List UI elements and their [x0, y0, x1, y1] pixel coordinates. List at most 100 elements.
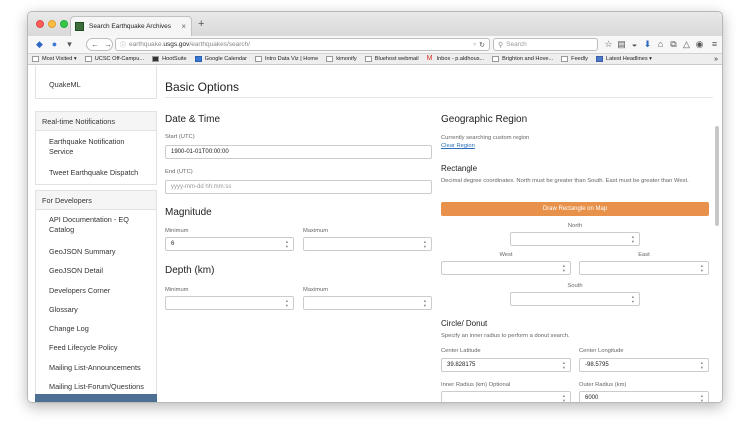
new-tab-button[interactable]: + — [198, 19, 204, 30]
bookmark-item[interactable]: Intro Data Viz | Home — [254, 56, 318, 62]
clear-region-link[interactable]: Clear Region — [441, 143, 475, 149]
search-bar[interactable]: ⚲ Search — [493, 38, 598, 51]
stepper-arrows-icon[interactable]: ▴ ▾ — [563, 263, 565, 273]
downloads-icon[interactable]: ⬇ — [642, 39, 653, 50]
sidebar-item-mailing-announcements[interactable]: Mailing List-Announcements — [36, 363, 141, 373]
start-time-input[interactable]: 1900-01-01T00:00:00 — [165, 145, 432, 159]
west-stepper[interactable]: ▴ ▾ — [441, 261, 571, 275]
sidebar-item-api-docs[interactable]: API Documentation - EQ Catalog — [36, 215, 144, 235]
end-time-input[interactable]: yyyy-mm-dd hh:mm:ss — [165, 180, 432, 194]
outer-radius-stepper[interactable]: 6000 ▴ ▾ — [579, 391, 709, 402]
stepper-arrows-icon[interactable]: ▴ ▾ — [563, 393, 565, 402]
east-stepper[interactable]: ▴ ▾ — [579, 261, 709, 275]
bookmark-folder-icon — [32, 56, 39, 62]
depth-max-label: Maximum — [303, 287, 329, 293]
bookmark-item[interactable]: Google Calendar — [194, 56, 247, 62]
search-placeholder: Search — [506, 41, 527, 48]
stepper-arrows-icon[interactable]: ▴ ▾ — [701, 360, 703, 370]
stepper-arrows-icon[interactable]: ▴ ▾ — [632, 234, 634, 244]
sidebar-item-feed-lifecycle[interactable]: Feed Lifecycle Policy — [36, 343, 118, 353]
sidebar-item-mailing-forum[interactable]: Mailing List-Forum/Questions — [36, 382, 144, 392]
stepper-arrows-icon[interactable]: ▴ ▾ — [286, 239, 288, 249]
bookmarks-bar: Most Visited ▾ UCSC Off-Campu... HootSui… — [28, 54, 722, 65]
fox-icon[interactable]: ● — [49, 39, 60, 50]
minimize-window-button[interactable] — [48, 20, 56, 28]
east-label: East — [638, 252, 650, 258]
stepper-arrows-icon[interactable]: ▴ ▾ — [701, 263, 703, 273]
inner-radius-stepper[interactable]: ▴ ▾ — [441, 391, 571, 402]
magnitude-min-stepper[interactable]: 6 ▴ ▾ — [165, 237, 294, 251]
start-label: Start (UTC) — [165, 134, 195, 140]
circle-heading: Circle/ Donut — [441, 319, 488, 328]
magnitude-max-stepper[interactable]: ▴ ▾ — [303, 237, 432, 251]
draw-rectangle-button[interactable]: Draw Rectangle on Map — [441, 202, 709, 216]
url-bar[interactable]: ⓘ earthquake.usgs.gov/earthquakes/search… — [115, 38, 490, 51]
rectangle-description: Decimal degree coordinates. North must b… — [441, 178, 689, 184]
bookmark-item[interactable]: M Inbox - p.aldhous... — [427, 55, 485, 62]
menu-icon[interactable]: ≡ — [709, 39, 720, 50]
sidebar-item-geojson-summary[interactable]: GeoJSON Summary — [36, 247, 116, 257]
bookmark-item[interactable]: UCSC Off-Campu... — [84, 56, 144, 62]
triangle-icon[interactable]: △ — [681, 39, 692, 50]
bookmark-item[interactable]: Latest Headlines ▾ — [595, 56, 652, 62]
sidebar-item-tweet-dispatch[interactable]: Tweet Earthquake Dispatch — [36, 168, 138, 178]
download-dropdown-icon[interactable]: ▾ — [64, 39, 75, 50]
bookmark-item[interactable]: kimonify — [326, 56, 357, 62]
geo-heading: Geographic Region — [441, 114, 528, 125]
bookmark-item[interactable]: Brighton and Hove... — [492, 56, 553, 62]
back-forward-buttons[interactable]: ← → — [86, 38, 113, 51]
stepper-arrows-icon[interactable]: ▴ ▾ — [632, 294, 634, 304]
south-stepper[interactable]: ▴ ▾ — [510, 292, 640, 306]
extension-icon[interactable]: ◉ — [694, 39, 705, 50]
datetime-heading: Date & Time — [165, 114, 221, 125]
bookmark-item[interactable]: Feedly — [561, 56, 588, 62]
bookmark-item[interactable]: Most Visited ▾ — [32, 56, 77, 62]
page-scrollbar[interactable] — [715, 66, 719, 402]
center-lon-label: Center Longitude — [579, 348, 624, 354]
sidebar-item-change-log[interactable]: Change Log — [36, 324, 89, 334]
inner-radius-label: Inner Radius (km) Optional — [441, 382, 511, 388]
sidebar-item-developers-corner[interactable]: Developers Corner — [36, 286, 110, 296]
sidebar-item-quakeml[interactable]: QuakeML — [36, 80, 81, 90]
stepper-arrows-icon[interactable]: ▴ ▾ — [563, 360, 565, 370]
sidebar-item-notification-service[interactable]: Earthquake Notification Service — [36, 137, 144, 157]
sidebar: QuakeML Real-time Notifications Earthqua… — [28, 66, 157, 402]
tab-close-icon[interactable]: × — [181, 22, 186, 31]
pocket-icon[interactable]: ◒ — [629, 39, 640, 50]
bookmarks-overflow-button[interactable]: » — [714, 56, 718, 63]
shield-icon[interactable]: ◆ — [34, 39, 45, 50]
scrollbar-thumb[interactable] — [715, 126, 719, 226]
stepper-arrows-icon[interactable]: ▴ ▾ — [424, 298, 426, 308]
stepper-arrows-icon[interactable]: ▴ ▾ — [286, 298, 288, 308]
zoom-window-button[interactable] — [60, 20, 68, 28]
reading-list-icon[interactable]: ▤ — [616, 39, 627, 50]
center-lat-stepper[interactable]: 39.828175 ▴ ▾ — [441, 358, 571, 372]
north-stepper[interactable]: ▴ ▾ — [510, 232, 640, 246]
bookmark-item[interactable]: Bluehost webmail — [364, 56, 419, 62]
reload-icon[interactable]: ↻ — [479, 41, 485, 49]
home-icon[interactable]: ⌂ — [655, 39, 666, 50]
page-content: QuakeML Real-time Notifications Earthqua… — [28, 66, 722, 402]
sidebar-item-geojson-detail[interactable]: GeoJSON Detail — [36, 266, 103, 276]
west-label: West — [499, 252, 513, 258]
sidebar-section-collapsed[interactable] — [35, 394, 157, 402]
sidebar-item-glossary[interactable]: Glossary — [36, 305, 78, 315]
close-window-button[interactable] — [36, 20, 44, 28]
bookmark-star-icon[interactable]: ☆ — [603, 39, 614, 50]
browser-tab[interactable]: Search Earthquake Archives × — [70, 16, 192, 36]
grid-icon — [254, 56, 262, 62]
screenshot-icon[interactable]: ⧉ — [668, 39, 679, 50]
forward-arrow-icon[interactable]: → — [104, 40, 112, 49]
magnitude-heading: Magnitude — [165, 207, 212, 218]
stepper-arrows-icon[interactable]: ▴ ▾ — [424, 239, 426, 249]
geo-current-region: Currently searching custom region — [441, 135, 530, 141]
stepper-arrows-icon[interactable]: ▴ ▾ — [701, 393, 703, 402]
reader-dropdown-icon[interactable]: ▿ — [473, 41, 476, 48]
bookmark-item[interactable]: HootSuite — [152, 56, 187, 62]
center-lon-stepper[interactable]: -98.5795 ▴ ▾ — [579, 358, 709, 372]
depth-max-stepper[interactable]: ▴ ▾ — [303, 296, 432, 310]
end-label: End (UTC) — [165, 169, 193, 175]
depth-min-stepper[interactable]: ▴ ▾ — [165, 296, 294, 310]
calendar-icon — [194, 56, 202, 62]
back-arrow-icon[interactable]: ← — [91, 40, 99, 49]
